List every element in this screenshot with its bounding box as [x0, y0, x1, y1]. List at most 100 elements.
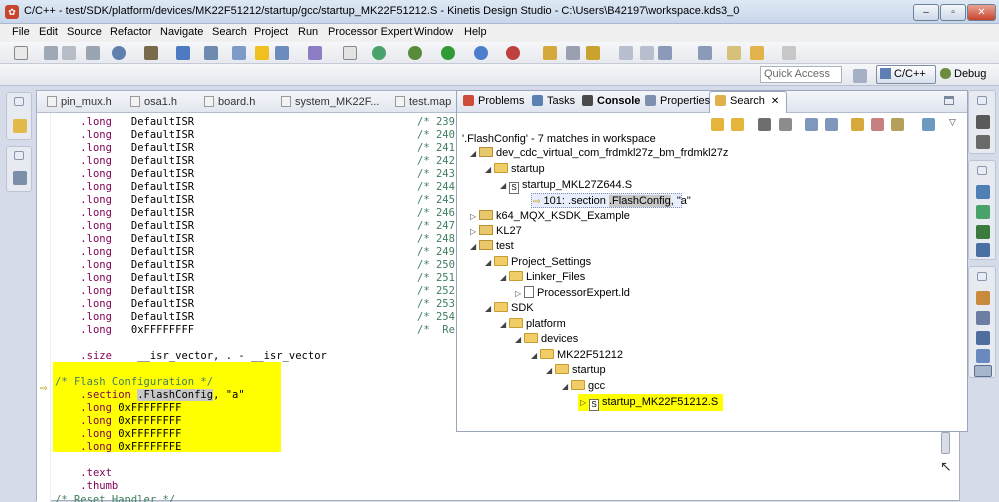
forward-arrow-icon[interactable]: [782, 46, 796, 60]
print-icon[interactable]: [86, 46, 100, 60]
debug-bug-icon[interactable]: [408, 46, 422, 60]
tree-file-startup-mkl27z[interactable]: ◢ Sstartup_MKL27Z644.S: [500, 178, 632, 194]
tab-console[interactable]: Console: [582, 95, 640, 107]
scrollbar-thumb[interactable]: [941, 432, 950, 454]
restore-icon[interactable]: [14, 151, 24, 160]
menu-file[interactable]: File: [12, 26, 30, 38]
save-icon[interactable]: [44, 46, 58, 60]
terminal-icon[interactable]: [976, 349, 990, 363]
open-folder-icon[interactable]: [543, 46, 557, 60]
tree-project-dev-cdc[interactable]: ◢ dev_cdc_virtual_com_frdmkl27z_bm_frdmkl…: [470, 146, 728, 161]
lightning-icon[interactable]: [255, 46, 269, 60]
external-tools-icon[interactable]: [474, 46, 488, 60]
outline-icon[interactable]: [13, 171, 27, 185]
tree-folder-project-settings[interactable]: ◢ Project_Settings: [485, 255, 591, 270]
pencil-icon[interactable]: [586, 46, 600, 60]
menu-search[interactable]: Search: [212, 26, 247, 38]
toggle-icon[interactable]: [619, 46, 633, 60]
inspector-icon[interactable]: [976, 225, 990, 239]
tree-folder-gcc[interactable]: ◢ gcc: [562, 379, 605, 394]
minimize-view-icon[interactable]: [944, 96, 954, 105]
search-tool-icon[interactable]: [566, 46, 580, 60]
remove-all-icon[interactable]: [779, 118, 792, 131]
new-icon[interactable]: [14, 46, 28, 60]
new-file-icon[interactable]: [343, 46, 357, 60]
search-history-icon[interactable]: [891, 118, 904, 131]
collapse-all-icon[interactable]: [825, 118, 838, 131]
close-icon[interactable]: ✕: [771, 96, 779, 107]
maximize-button[interactable]: ▫: [940, 4, 966, 21]
tree-folder-linker-files[interactable]: ◢ Linker_Files: [500, 270, 585, 285]
menu-run[interactable]: Run: [298, 26, 318, 38]
remove-match-icon[interactable]: [758, 118, 771, 131]
tree-folder-startup-2[interactable]: ◢ startup: [546, 363, 606, 378]
tab-pin-mux[interactable]: pin_mux.h: [47, 96, 112, 108]
cancel-search-icon[interactable]: [871, 118, 884, 131]
registers-icon[interactable]: [976, 291, 990, 305]
tab-test-map[interactable]: test.map: [395, 96, 451, 108]
menu-help[interactable]: Help: [464, 26, 487, 38]
console-view-icon[interactable]: [976, 331, 990, 345]
perspective-debug-button[interactable]: Debug: [940, 68, 986, 80]
next-match-icon[interactable]: [711, 118, 724, 131]
tab-problems[interactable]: Problems: [463, 95, 524, 107]
restore-icon[interactable]: [14, 97, 24, 106]
components-icon[interactable]: [976, 205, 990, 219]
view-menu-icon[interactable]: ▽: [949, 117, 956, 128]
search-view-toggle-icon[interactable]: [974, 365, 992, 377]
new-folder-icon[interactable]: [308, 46, 322, 60]
memory-icon[interactable]: [976, 311, 990, 325]
outline-view-icon[interactable]: [976, 185, 990, 199]
code-area[interactable]: .long DefaultISR .long DefaultISR .long …: [55, 113, 455, 502]
menu-refactor[interactable]: Refactor: [110, 26, 152, 38]
library-icon[interactable]: [976, 243, 990, 257]
close-button[interactable]: ✕: [967, 4, 996, 21]
restore-icon[interactable]: [977, 272, 987, 281]
tree-folder-devices[interactable]: ◢ devices: [515, 332, 578, 347]
prev-edit-icon[interactable]: [727, 46, 741, 60]
menu-source[interactable]: Source: [67, 26, 102, 38]
tab-board[interactable]: board.h: [204, 96, 255, 108]
menu-processor-expert[interactable]: Processor Expert: [328, 26, 412, 38]
tab-properties[interactable]: Properties: [645, 95, 710, 107]
tree-project-kl27[interactable]: ▷ KL27: [470, 224, 522, 239]
tree-folder-startup[interactable]: ◢ startup: [485, 162, 545, 177]
tree-folder-platform[interactable]: ◢ platform: [500, 317, 566, 332]
prev-match-icon[interactable]: [731, 118, 744, 131]
make-target-icon[interactable]: [976, 115, 990, 129]
menu-project[interactable]: Project: [254, 26, 288, 38]
restore-icon[interactable]: [977, 166, 987, 175]
build-settings-icon[interactable]: [112, 46, 126, 60]
run-search-again-icon[interactable]: [851, 118, 864, 131]
mark-icon[interactable]: [640, 46, 654, 60]
expand-all-icon[interactable]: [805, 118, 818, 131]
menu-window[interactable]: Window: [414, 26, 453, 38]
open-perspective-icon[interactable]: [853, 69, 867, 83]
tab-tasks[interactable]: Tasks: [532, 95, 575, 107]
minimize-button[interactable]: –: [913, 4, 939, 21]
perspective-cc-button[interactable]: C/C++: [876, 65, 936, 84]
tree-folder-mk22f51212[interactable]: ◢ MK22F51212: [531, 348, 623, 363]
run-icon[interactable]: [441, 46, 455, 60]
build-hammer-icon[interactable]: [144, 46, 158, 60]
debug-config-icon[interactable]: [232, 46, 246, 60]
project-explorer-icon[interactable]: [13, 119, 27, 133]
tree-match-line[interactable]: ⇨ 101: .section .FlashConfig, "a": [533, 194, 691, 209]
tab-osa1[interactable]: osa1.h: [130, 96, 177, 108]
tree-project-test[interactable]: ◢ test: [470, 239, 514, 254]
tree-folder-sdk[interactable]: ◢ SDK: [485, 301, 534, 316]
edit-icon[interactable]: [204, 46, 218, 60]
editor-scrollbar[interactable]: ↖: [940, 432, 952, 492]
show-whitespace-icon[interactable]: [658, 46, 672, 60]
new-class-icon[interactable]: [275, 46, 289, 60]
save-all-icon[interactable]: [62, 46, 76, 60]
menu-navigate[interactable]: Navigate: [160, 26, 203, 38]
refresh-icon[interactable]: [372, 46, 386, 60]
tab-system-mk22f[interactable]: system_MK22F...: [281, 96, 379, 108]
tree-file-startup-mk22f[interactable]: ▷ Sstartup_MK22F51212.S: [580, 395, 718, 411]
next-annotation-icon[interactable]: [698, 46, 712, 60]
tab-search[interactable]: Search ✕: [715, 95, 779, 107]
quick-access-input[interactable]: Quick Access: [760, 66, 842, 83]
back-arrow-icon[interactable]: [750, 46, 764, 60]
tree-project-k64[interactable]: ▷ k64_MQX_KSDK_Example: [470, 209, 630, 224]
